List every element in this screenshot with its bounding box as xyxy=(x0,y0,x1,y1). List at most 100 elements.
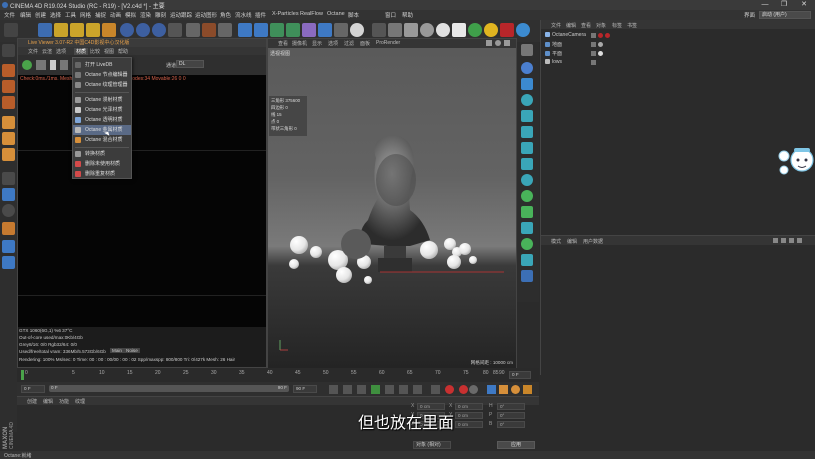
sculpt-icon[interactable] xyxy=(2,222,15,235)
octane-tool-icon[interactable] xyxy=(521,44,533,56)
menu-item-metallic-material[interactable]: Octane 金属材质 xyxy=(73,125,131,135)
menu-item-delete-duplicate[interactable]: 删除重复材质 xyxy=(73,169,131,179)
record-icon[interactable] xyxy=(445,385,454,394)
make-editable-icon[interactable] xyxy=(2,44,15,57)
restart-icon[interactable] xyxy=(36,60,46,70)
points-mode-icon[interactable] xyxy=(2,116,15,129)
lock-icon[interactable] xyxy=(797,238,802,243)
visibility-icon[interactable] xyxy=(591,33,596,38)
keyframe-selection-icon[interactable] xyxy=(469,385,478,394)
menu-render[interactable]: 渲染 xyxy=(140,11,151,19)
workplane-icon[interactable] xyxy=(2,96,15,109)
scale-icon[interactable] xyxy=(70,23,84,37)
menu-animate[interactable]: 动画 xyxy=(110,11,121,19)
deformer-icon[interactable] xyxy=(302,23,316,37)
size-y-field[interactable]: 0 cm xyxy=(455,412,483,419)
param-key-icon[interactable] xyxy=(523,385,532,394)
lv-menu-cloud[interactable]: 云渲 xyxy=(42,48,52,55)
vp-menu-panel[interactable]: 面板 xyxy=(360,40,370,47)
menu-item-open-livedb[interactable]: 打开 LiveDB xyxy=(73,60,131,70)
loop-icon[interactable] xyxy=(431,385,440,394)
edges-mode-icon[interactable] xyxy=(2,132,15,145)
menu-character[interactable]: 角色 xyxy=(220,11,231,19)
nav-back-icon[interactable] xyxy=(773,238,778,243)
octane-daylight-icon[interactable] xyxy=(468,23,482,37)
mm-menu-edit[interactable]: 编辑 xyxy=(43,398,53,405)
stop-icon[interactable] xyxy=(60,60,68,70)
coord-system-icon[interactable] xyxy=(168,23,182,37)
size-x-field[interactable]: 0 cm xyxy=(455,403,483,410)
undo-icon[interactable] xyxy=(4,23,18,37)
menu-edit[interactable]: 编辑 xyxy=(20,11,31,19)
menu-motion-tracking[interactable]: 运动跟踪 xyxy=(170,11,192,19)
render-settings-icon[interactable] xyxy=(218,23,232,37)
apply-button[interactable]: 应用 xyxy=(497,441,535,449)
array-icon[interactable] xyxy=(286,23,300,37)
polygons-mode-icon[interactable] xyxy=(2,148,15,161)
floor-icon[interactable] xyxy=(318,23,332,37)
start-frame-field[interactable]: 0 F xyxy=(21,385,45,393)
menu-item-glossy-material[interactable]: Octane 光泽材质 xyxy=(73,105,131,115)
vp-menu-camera[interactable]: 摄像机 xyxy=(292,40,307,47)
next-frame-icon[interactable] xyxy=(385,385,394,394)
light-icon[interactable] xyxy=(350,23,364,37)
menu-xparticles[interactable]: X-Particles xyxy=(272,11,299,17)
pause-icon[interactable] xyxy=(50,60,56,70)
goto-end-icon[interactable] xyxy=(413,385,422,394)
material-tag-icon[interactable] xyxy=(598,51,603,56)
pos-key-icon[interactable] xyxy=(487,385,496,394)
enable-axis-icon[interactable] xyxy=(2,172,15,185)
octane-pen-icon[interactable] xyxy=(521,222,533,234)
menu-mograph[interactable]: 运动图形 xyxy=(195,11,217,19)
menu-item-mix-material[interactable]: Octane 混合材质 xyxy=(73,135,131,145)
live-select-icon[interactable] xyxy=(38,23,52,37)
rot-p-field[interactable]: 0° xyxy=(497,412,525,419)
menu-help[interactable]: 帮助 xyxy=(402,11,413,19)
timeline-ruler[interactable]: 0 5 10 15 20 25 30 35 40 45 50 55 60 65 … xyxy=(17,368,539,382)
vp-menu-view[interactable]: 查看 xyxy=(278,40,288,47)
mm-menu-function[interactable]: 功能 xyxy=(59,398,69,405)
octane-fog-icon[interactable] xyxy=(521,158,533,170)
minimize-button[interactable]: — xyxy=(756,0,774,10)
octane-light-icon[interactable] xyxy=(521,190,533,202)
viewport-scene[interactable]: 透视视图 三角形 375600 四边形 0 线 15 点 0 带状三角形 0 网… xyxy=(268,48,516,368)
vp-menu-display[interactable]: 显示 xyxy=(312,40,322,47)
lv-menu-view[interactable]: 视图 xyxy=(104,48,114,55)
live-viewer-canvas[interactable] xyxy=(18,75,266,327)
size-z-field[interactable]: 0 cm xyxy=(455,421,483,428)
coordinate-mode-select[interactable]: 对象 (相对) xyxy=(413,441,451,449)
octane-area-light-icon[interactable] xyxy=(452,23,466,37)
menu-sculpt[interactable]: 雕刻 xyxy=(155,11,166,19)
octane-env-icon[interactable] xyxy=(521,62,533,74)
vp-menu-prorender[interactable]: ProRender xyxy=(376,40,400,46)
menu-tools[interactable]: 工具 xyxy=(65,11,76,19)
kernel-select[interactable]: DL xyxy=(176,60,204,68)
menu-item-diffuse-material[interactable]: Octane 漫射材质 xyxy=(73,95,131,105)
om-menu-view[interactable]: 查看 xyxy=(581,22,591,29)
menu-item-specular-material[interactable]: Octane 透明材质 xyxy=(73,115,131,125)
octane-loop-icon[interactable] xyxy=(521,238,533,250)
octane-material-icon[interactable] xyxy=(436,23,450,37)
om-menu-bookmarks[interactable]: 书签 xyxy=(627,22,637,29)
x-axis-icon[interactable] xyxy=(120,23,134,37)
rotate-icon[interactable] xyxy=(86,23,100,37)
protection-tag-icon[interactable] xyxy=(605,33,610,38)
rotate-view-icon[interactable] xyxy=(495,40,501,46)
vp-menu-options[interactable]: 选项 xyxy=(328,40,338,47)
cube-icon[interactable] xyxy=(238,23,252,37)
main-button[interactable]: Main xyxy=(110,348,124,353)
octane-liveviewer-icon[interactable] xyxy=(388,23,402,37)
pen-icon[interactable] xyxy=(254,23,268,37)
menu-item-texture-manager[interactable]: Octane 纹理管理器 xyxy=(73,80,131,90)
octane-environment-icon[interactable] xyxy=(516,23,530,37)
menu-mesh[interactable]: 网格 xyxy=(80,11,91,19)
next-key-icon[interactable] xyxy=(399,385,408,394)
model-mode-icon[interactable] xyxy=(2,64,15,77)
mm-menu-create[interactable]: 创建 xyxy=(27,398,37,405)
menu-pipeline[interactable]: 流水线 xyxy=(235,11,252,19)
menu-file[interactable]: 文件 xyxy=(4,11,15,19)
visibility-icon[interactable] xyxy=(591,60,596,65)
menu-plugins[interactable]: 插件 xyxy=(255,11,266,19)
rot-b-field[interactable]: 0° xyxy=(497,421,525,428)
z-axis-icon[interactable] xyxy=(152,23,166,37)
